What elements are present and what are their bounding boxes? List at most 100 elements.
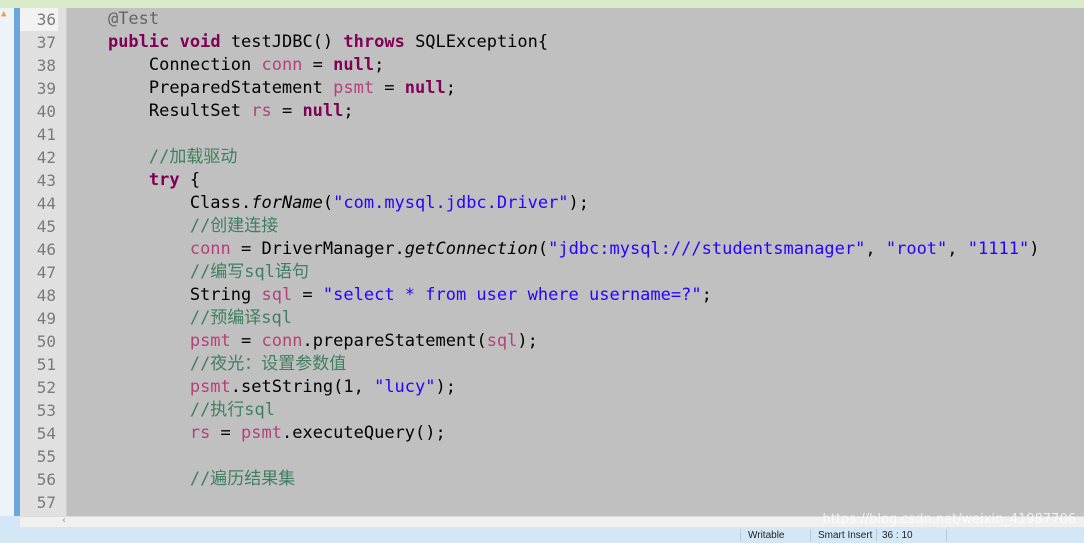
- code-token: "root": [885, 239, 948, 259]
- code-token: public: [107, 32, 170, 52]
- code-token: null: [302, 101, 344, 121]
- code-editor[interactable]: ▲ 36 37 38 39 40 41 42 43 44 45 46 47 48 49 50 51 52 53 54…: [0, 0, 1084, 516]
- code-line[interactable]: //预编译sql: [67, 307, 1084, 330]
- code-token: ;: [701, 285, 712, 305]
- code-line[interactable]: psmt.setString(1, "lucy");: [67, 376, 1084, 399]
- code-line[interactable]: [67, 445, 1084, 468]
- code-line[interactable]: //遍历结果集: [67, 468, 1084, 491]
- line-number: 46: [36, 240, 56, 259]
- code-line[interactable]: Connection conn = null;: [67, 54, 1084, 77]
- code-token: ,: [865, 239, 886, 259]
- code-token: ;: [343, 101, 354, 121]
- code-token: =: [374, 78, 405, 98]
- code-token: PreparedStatement: [67, 78, 334, 98]
- code-token: ,: [947, 239, 968, 259]
- line-number: 42: [36, 148, 56, 167]
- code-line[interactable]: public void testJDBC() throws SQLExcepti…: [67, 31, 1084, 54]
- line-number: 37: [36, 33, 56, 52]
- code-token: ): [1029, 239, 1040, 259]
- code-token: //夜光：设置参数值: [189, 354, 347, 374]
- code-line[interactable]: @Test: [67, 8, 1084, 31]
- code-token: "com.mysql.jdbc.Driver": [333, 193, 569, 213]
- code-line[interactable]: try {: [67, 169, 1084, 192]
- code-token: Connection: [67, 55, 262, 75]
- code-token: SQLException{: [404, 32, 549, 52]
- status-separator: [740, 529, 741, 541]
- code-token: "jdbc:mysql:///studentsmanager": [548, 239, 866, 259]
- code-token: //编写sql语句: [189, 262, 310, 282]
- code-token: psmt: [241, 423, 282, 443]
- code-token: =: [230, 331, 262, 351]
- line-number: 50: [36, 332, 56, 351]
- code-line[interactable]: rs = psmt.executeQuery();: [67, 422, 1084, 445]
- code-token: null: [404, 78, 446, 98]
- code-line[interactable]: conn = DriverManager.getConnection("jdbc…: [67, 238, 1084, 261]
- line-number: 43: [36, 171, 56, 190]
- code-token: );: [517, 331, 538, 351]
- code-line[interactable]: String sql = "select * from user where u…: [67, 284, 1084, 307]
- line-number: 39: [36, 79, 56, 98]
- line-number: 40: [36, 102, 56, 121]
- scroll-left-icon[interactable]: ‹: [62, 515, 66, 526]
- code-token: //加载驱动: [148, 147, 238, 167]
- code-token: ;: [445, 78, 456, 98]
- code-token: //执行sql: [189, 400, 276, 420]
- line-number: 41: [36, 125, 56, 144]
- watermark: https://blog.csdn.net/weixin_41987706: [822, 512, 1076, 527]
- code-token: psmt: [333, 78, 375, 98]
- code-token: sql: [261, 285, 293, 305]
- code-token: (: [537, 239, 549, 259]
- code-line[interactable]: ResultSet rs = null;: [67, 100, 1084, 123]
- code-token: conn: [261, 331, 303, 351]
- line-number: 56: [36, 470, 56, 489]
- annotation-margin: ▲: [0, 8, 14, 516]
- code-token: throws: [343, 32, 405, 52]
- code-token: conn: [189, 239, 231, 259]
- code-token: {: [179, 170, 201, 190]
- code-line[interactable]: PreparedStatement psmt = null;: [67, 77, 1084, 100]
- editor-top-border: [0, 0, 1084, 8]
- code-token: ;: [374, 55, 385, 75]
- code-token: try: [148, 170, 180, 190]
- code-token: String: [67, 285, 262, 305]
- code-line[interactable]: [67, 491, 1084, 514]
- code-token: "lucy": [374, 377, 436, 397]
- code-line[interactable]: //夜光：设置参数值: [67, 353, 1084, 376]
- code-area[interactable]: @Test public void testJDBC() throws SQLE…: [67, 8, 1084, 516]
- code-token: (: [322, 193, 334, 213]
- code-token: = DriverManager.: [230, 239, 405, 259]
- line-number: 48: [36, 286, 56, 305]
- code-line[interactable]: //创建连接: [67, 215, 1084, 238]
- code-token: rs: [251, 101, 272, 121]
- code-token: psmt: [189, 331, 231, 351]
- status-writable: Writable: [748, 530, 785, 541]
- line-number: 57: [36, 493, 56, 512]
- line-number: 49: [36, 309, 56, 328]
- status-separator: [876, 529, 877, 541]
- code-token: "1111": [967, 239, 1030, 259]
- code-token: "select * from user where username=?": [322, 285, 702, 305]
- warning-icon[interactable]: ▲: [1, 10, 10, 19]
- line-number: 52: [36, 378, 56, 397]
- code-token: Class.: [67, 193, 252, 213]
- code-token: //创建连接: [189, 216, 279, 236]
- code-token: .setString(1,: [230, 377, 375, 397]
- line-number: 55: [36, 447, 56, 466]
- line-number: 44: [36, 194, 56, 213]
- code-token: //遍历结果集: [189, 469, 296, 489]
- code-line[interactable]: Class.forName("com.mysql.jdbc.Driver");: [67, 192, 1084, 215]
- code-line[interactable]: //执行sql: [67, 399, 1084, 422]
- code-token: .executeQuery();: [281, 423, 446, 443]
- code-line[interactable]: //加载驱动: [67, 146, 1084, 169]
- code-line[interactable]: [67, 123, 1084, 146]
- code-line[interactable]: //编写sql语句: [67, 261, 1084, 284]
- code-line[interactable]: psmt = conn.prepareStatement(sql);: [67, 330, 1084, 353]
